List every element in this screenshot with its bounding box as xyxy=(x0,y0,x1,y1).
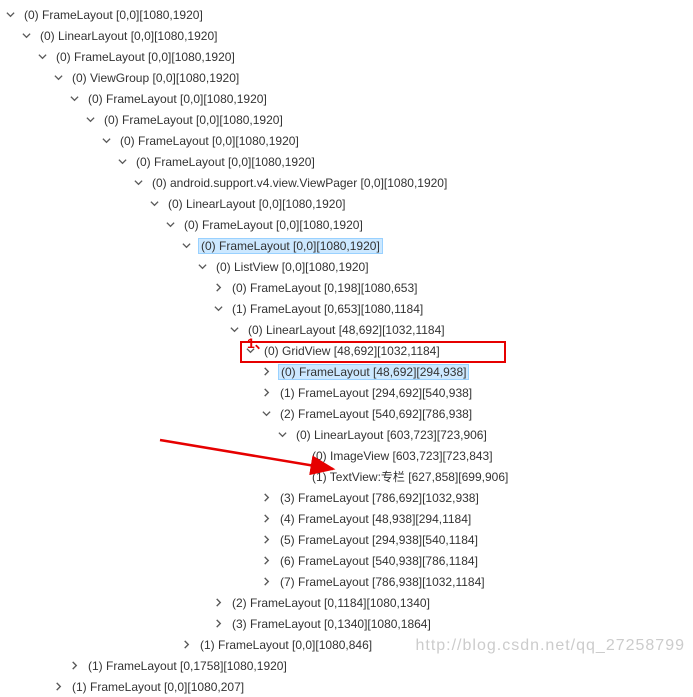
node-label[interactable]: (0) FrameLayout [0,0][1080,1920] xyxy=(118,134,301,148)
node-label[interactable]: (1) FrameLayout [0,0][1080,846] xyxy=(198,638,374,652)
node-label[interactable]: (2) FrameLayout [540,692][786,938] xyxy=(278,407,474,421)
node-framelayout-31[interactable]: (1) FrameLayout [0,1758][1080,1920] xyxy=(4,655,689,676)
node-linearlayout-1[interactable]: (0) LinearLayout [0,0][1080,1920] xyxy=(4,25,689,46)
expand-toggle-icon[interactable] xyxy=(4,9,16,21)
expand-toggle-icon[interactable] xyxy=(132,177,144,189)
node-framelayout-28[interactable]: (2) FrameLayout [0,1184][1080,1340] xyxy=(4,592,689,613)
node-label[interactable]: (0) ListView [0,0][1080,1920] xyxy=(214,260,371,274)
expand-toggle-icon[interactable] xyxy=(20,30,32,42)
node-viewpager-8[interactable]: (0) android.support.v4.view.ViewPager [0… xyxy=(4,172,689,193)
node-imageview-21[interactable]: (0) ImageView [603,723][723,843] xyxy=(4,445,689,466)
node-framelayout-32[interactable]: (1) FrameLayout [0,0][1080,207] xyxy=(4,676,689,697)
collapse-toggle-icon[interactable] xyxy=(212,282,224,294)
collapse-toggle-icon[interactable] xyxy=(212,597,224,609)
collapse-toggle-icon[interactable] xyxy=(260,513,272,525)
node-label[interactable]: (1) TextView:专栏 [627,858][699,906] xyxy=(310,468,510,485)
node-framelayout-0[interactable]: (0) FrameLayout [0,0][1080,1920] xyxy=(4,4,689,25)
node-framelayout-11[interactable]: (0) FrameLayout [0,0][1080,1920] xyxy=(4,235,689,256)
node-framelayout-25[interactable]: (5) FrameLayout [294,938][540,1184] xyxy=(4,529,689,550)
node-label[interactable]: (0) LinearLayout [0,0][1080,1920] xyxy=(38,29,219,43)
layout-tree: (0) FrameLayout [0,0][1080,1920] (0) Line… xyxy=(4,4,689,697)
node-framelayout-30[interactable]: (1) FrameLayout [0,0][1080,846] xyxy=(4,634,689,655)
expand-toggle-icon[interactable] xyxy=(244,345,256,357)
node-gridview-16[interactable]: (0) GridView [48,692][1032,1184] xyxy=(4,340,689,361)
expand-toggle-icon[interactable] xyxy=(148,198,160,210)
node-label[interactable]: (0) FrameLayout [0,0][1080,1920] xyxy=(102,113,285,127)
node-label[interactable]: (6) FrameLayout [540,938][786,1184] xyxy=(278,554,480,568)
collapse-toggle-icon[interactable] xyxy=(260,576,272,588)
node-label[interactable]: (0) FrameLayout [0,198][1080,653] xyxy=(230,281,419,295)
collapse-toggle-icon[interactable] xyxy=(260,555,272,567)
collapse-toggle-icon[interactable] xyxy=(260,387,272,399)
node-label[interactable]: (0) LinearLayout [603,723][723,906] xyxy=(294,428,489,442)
node-label[interactable]: (1) FrameLayout [294,692][540,938] xyxy=(278,386,474,400)
node-framelayout-7[interactable]: (0) FrameLayout [0,0][1080,1920] xyxy=(4,151,689,172)
node-label[interactable]: (1) FrameLayout [0,0][1080,207] xyxy=(70,680,246,694)
collapse-toggle-icon[interactable] xyxy=(52,681,64,693)
expand-toggle-icon[interactable] xyxy=(164,219,176,231)
expand-toggle-icon[interactable] xyxy=(116,156,128,168)
node-framelayout-26[interactable]: (6) FrameLayout [540,938][786,1184] xyxy=(4,550,689,571)
node-framelayout-17[interactable]: (0) FrameLayout [48,692][294,938] xyxy=(4,361,689,382)
node-label[interactable]: (0) GridView [48,692][1032,1184] xyxy=(262,344,442,358)
leaf-spacer xyxy=(292,471,304,483)
expand-toggle-icon[interactable] xyxy=(52,72,64,84)
node-framelayout-5[interactable]: (0) FrameLayout [0,0][1080,1920] xyxy=(4,109,689,130)
collapse-toggle-icon[interactable] xyxy=(260,366,272,378)
expand-toggle-icon[interactable] xyxy=(196,261,208,273)
node-viewgroup-3[interactable]: (0) ViewGroup [0,0][1080,1920] xyxy=(4,67,689,88)
node-framelayout-18[interactable]: (1) FrameLayout [294,692][540,938] xyxy=(4,382,689,403)
expand-toggle-icon[interactable] xyxy=(36,51,48,63)
node-label[interactable]: (4) FrameLayout [48,938][294,1184] xyxy=(278,512,473,526)
node-framelayout-4[interactable]: (0) FrameLayout [0,0][1080,1920] xyxy=(4,88,689,109)
node-framelayout-27[interactable]: (7) FrameLayout [786,938][1032,1184] xyxy=(4,571,689,592)
expand-toggle-icon[interactable] xyxy=(180,240,192,252)
node-label[interactable]: (7) FrameLayout [786,938][1032,1184] xyxy=(278,575,487,589)
expand-toggle-icon[interactable] xyxy=(100,135,112,147)
node-label[interactable]: (0) LinearLayout [48,692][1032,1184] xyxy=(246,323,447,337)
node-label[interactable]: (0) FrameLayout [0,0][1080,1920] xyxy=(86,92,269,106)
collapse-toggle-icon[interactable] xyxy=(260,534,272,546)
expand-toggle-icon[interactable] xyxy=(276,429,288,441)
node-label[interactable]: (5) FrameLayout [294,938][540,1184] xyxy=(278,533,480,547)
node-framelayout-10[interactable]: (0) FrameLayout [0,0][1080,1920] xyxy=(4,214,689,235)
node-linearlayout-9[interactable]: (0) LinearLayout [0,0][1080,1920] xyxy=(4,193,689,214)
leaf-spacer xyxy=(292,450,304,462)
node-label[interactable]: (0) FrameLayout [0,0][1080,1920] xyxy=(198,238,383,254)
collapse-toggle-icon[interactable] xyxy=(212,618,224,630)
node-label[interactable]: (0) FrameLayout [0,0][1080,1920] xyxy=(134,155,317,169)
node-framelayout-29[interactable]: (3) FrameLayout [0,1340][1080,1864] xyxy=(4,613,689,634)
node-label[interactable]: (0) FrameLayout [0,0][1080,1920] xyxy=(182,218,365,232)
node-framelayout-2[interactable]: (0) FrameLayout [0,0][1080,1920] xyxy=(4,46,689,67)
node-framelayout-6[interactable]: (0) FrameLayout [0,0][1080,1920] xyxy=(4,130,689,151)
node-textview-22[interactable]: (1) TextView:专栏 [627,858][699,906] xyxy=(4,466,689,487)
node-label[interactable]: (3) FrameLayout [786,692][1032,938] xyxy=(278,491,481,505)
node-label[interactable]: (0) FrameLayout [48,692][294,938] xyxy=(278,364,469,380)
node-label[interactable]: (0) FrameLayout [0,0][1080,1920] xyxy=(54,50,237,64)
collapse-toggle-icon[interactable] xyxy=(180,639,192,651)
node-listview-12[interactable]: (0) ListView [0,0][1080,1920] xyxy=(4,256,689,277)
node-label[interactable]: (0) android.support.v4.view.ViewPager [0… xyxy=(150,176,449,190)
node-label[interactable]: (0) LinearLayout [0,0][1080,1920] xyxy=(166,197,347,211)
node-label[interactable]: (1) FrameLayout [0,653][1080,1184] xyxy=(230,302,425,316)
node-linearlayout-20[interactable]: (0) LinearLayout [603,723][723,906] xyxy=(4,424,689,445)
node-framelayout-24[interactable]: (4) FrameLayout [48,938][294,1184] xyxy=(4,508,689,529)
collapse-toggle-icon[interactable] xyxy=(260,492,272,504)
expand-toggle-icon[interactable] xyxy=(228,324,240,336)
node-framelayout-23[interactable]: (3) FrameLayout [786,692][1032,938] xyxy=(4,487,689,508)
expand-toggle-icon[interactable] xyxy=(68,93,80,105)
node-label[interactable]: (3) FrameLayout [0,1340][1080,1864] xyxy=(230,617,433,631)
collapse-toggle-icon[interactable] xyxy=(68,660,80,672)
expand-toggle-icon[interactable] xyxy=(260,408,272,420)
expand-toggle-icon[interactable] xyxy=(84,114,96,126)
node-linearlayout-15[interactable]: (0) LinearLayout [48,692][1032,1184] xyxy=(4,319,689,340)
expand-toggle-icon[interactable] xyxy=(212,303,224,315)
node-framelayout-14[interactable]: (1) FrameLayout [0,653][1080,1184] xyxy=(4,298,689,319)
node-framelayout-19[interactable]: (2) FrameLayout [540,692][786,938] xyxy=(4,403,689,424)
node-label[interactable]: (0) ViewGroup [0,0][1080,1920] xyxy=(70,71,241,85)
node-framelayout-13[interactable]: (0) FrameLayout [0,198][1080,653] xyxy=(4,277,689,298)
node-label[interactable]: (0) FrameLayout [0,0][1080,1920] xyxy=(22,8,205,22)
node-label[interactable]: (0) ImageView [603,723][723,843] xyxy=(310,449,495,463)
node-label[interactable]: (2) FrameLayout [0,1184][1080,1340] xyxy=(230,596,432,610)
